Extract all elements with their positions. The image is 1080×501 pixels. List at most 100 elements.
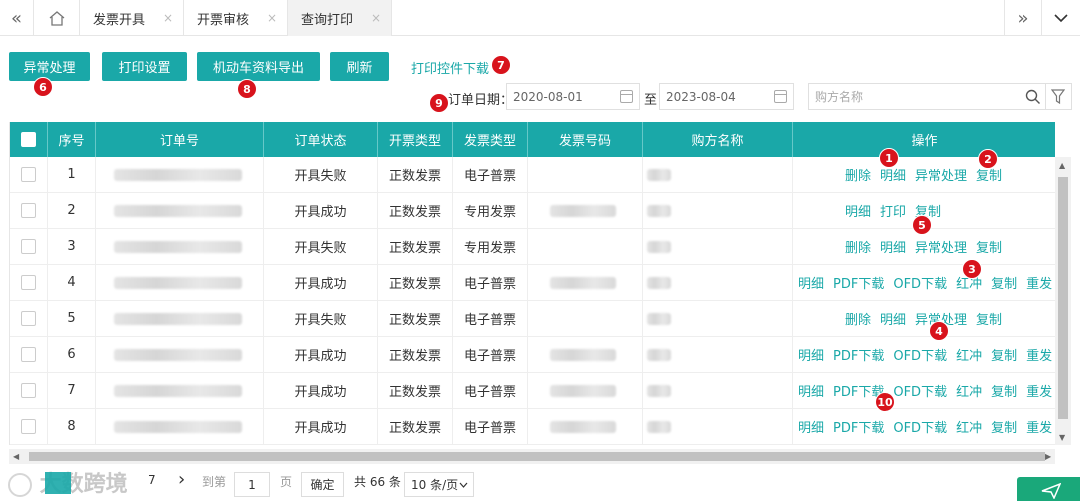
row-action-link[interactable]: 红冲	[956, 381, 982, 400]
order-number-cell	[96, 373, 264, 408]
row-action-link[interactable]: 删除	[845, 165, 871, 184]
print-settings-button[interactable]: 打印设置	[102, 52, 187, 81]
row-action-link[interactable]: 明细	[798, 417, 824, 436]
calendar-icon[interactable]	[774, 90, 787, 103]
row-checkbox[interactable]	[21, 347, 36, 362]
row-action-link[interactable]: OFD下载	[893, 345, 947, 364]
row-select-cell[interactable]	[10, 193, 48, 228]
select-all-checkbox[interactable]	[21, 132, 36, 147]
row-checkbox[interactable]	[21, 203, 36, 218]
row-select-cell[interactable]	[10, 229, 48, 264]
row-action-link[interactable]: 重发	[1026, 417, 1052, 436]
vehicle-export-button[interactable]: 机动车资料导出	[197, 52, 320, 81]
select-all-cell[interactable]	[10, 122, 48, 157]
row-checkbox[interactable]	[21, 383, 36, 398]
tab-query-print[interactable]: 查询打印 ×	[288, 0, 392, 36]
page-size-select[interactable]: 10 条/页	[404, 472, 474, 497]
page-confirm-button[interactable]: 确定	[301, 472, 344, 497]
row-action-link[interactable]: OFD下载	[893, 417, 947, 436]
row-action-link[interactable]: 复制	[991, 381, 1017, 400]
order-number-cell	[96, 157, 264, 192]
row-action-link[interactable]: 明细	[798, 273, 824, 292]
row-action-link[interactable]: 删除	[845, 237, 871, 256]
table-row: 4 开具成功 正数发票 电子普票 明细 PDF下载 OFD下载 红冲 复制 重发	[10, 265, 1055, 301]
order-status: 开具成功	[264, 409, 378, 444]
row-action-link[interactable]: OFD下载	[893, 381, 947, 400]
search-icon[interactable]	[1025, 89, 1041, 105]
row-action-link[interactable]: 明细	[880, 165, 906, 184]
scroll-down-icon[interactable]: ▼	[1059, 433, 1065, 442]
row-action-link[interactable]: 复制	[991, 417, 1017, 436]
row-action-link[interactable]: 明细	[798, 381, 824, 400]
scroll-thumb[interactable]	[29, 452, 1045, 461]
annotation-badge: 2	[978, 149, 998, 169]
row-action-link[interactable]: 复制	[976, 309, 1002, 328]
row-action-link[interactable]: PDF下载	[833, 417, 884, 436]
last-page-link[interactable]: 7	[148, 473, 156, 487]
row-checkbox[interactable]	[21, 239, 36, 254]
row-checkbox[interactable]	[21, 419, 36, 434]
invoice-type: 专用发票	[453, 193, 528, 228]
send-button[interactable]	[1017, 477, 1080, 501]
nav-back-button[interactable]: «	[0, 0, 34, 36]
date-to-input[interactable]: 2023-08-04	[659, 83, 794, 110]
row-action-link[interactable]: PDF下载	[833, 345, 884, 364]
row-action-link[interactable]: PDF下载	[833, 273, 884, 292]
tab-dropdown-button[interactable]	[1042, 0, 1080, 36]
scroll-left-icon[interactable]: ◀	[13, 452, 19, 461]
row-checkbox[interactable]	[21, 311, 36, 326]
nav-forward-button[interactable]: »	[1004, 0, 1042, 36]
next-page-button[interactable]: ›	[178, 469, 185, 490]
date-from-input[interactable]: 2020-08-01	[506, 83, 640, 110]
row-action-link[interactable]: 异常处理	[915, 237, 967, 256]
buyer-name-cell	[643, 193, 793, 228]
tab-invoice-review[interactable]: 开票审核 ×	[184, 0, 288, 36]
row-select-cell[interactable]	[10, 157, 48, 192]
scroll-right-icon[interactable]: ▶	[1045, 452, 1051, 461]
row-checkbox[interactable]	[21, 275, 36, 290]
exception-button[interactable]: 异常处理	[9, 52, 90, 81]
row-action-link[interactable]: 明细	[880, 309, 906, 328]
calendar-icon[interactable]	[620, 90, 633, 103]
invoice-type: 电子普票	[453, 301, 528, 336]
row-action-link[interactable]: 红冲	[956, 345, 982, 364]
row-select-cell[interactable]	[10, 265, 48, 300]
buyer-name-cell	[643, 409, 793, 444]
row-select-cell[interactable]	[10, 409, 48, 444]
home-tab[interactable]	[34, 0, 80, 36]
row-action-link[interactable]: 复制	[991, 345, 1017, 364]
row-select-cell[interactable]	[10, 337, 48, 372]
buyer-search-input[interactable]: 购方名称	[808, 83, 1072, 110]
row-action-link[interactable]: 重发	[1026, 273, 1052, 292]
page-input[interactable]: 1	[234, 472, 270, 497]
horizontal-scrollbar[interactable]: ◀ ▶	[9, 449, 1055, 464]
filter-icon[interactable]	[1051, 89, 1065, 105]
close-icon[interactable]: ×	[267, 11, 277, 25]
close-icon[interactable]: ×	[371, 11, 381, 25]
row-action-link[interactable]: 红冲	[956, 417, 982, 436]
row-action-link[interactable]: 删除	[845, 309, 871, 328]
row-action-link[interactable]: 复制	[976, 237, 1002, 256]
row-action-link[interactable]: 打印	[880, 201, 906, 220]
row-action-link[interactable]: 异常处理	[915, 165, 967, 184]
row-select-cell[interactable]	[10, 301, 48, 336]
current-page-indicator[interactable]	[45, 472, 71, 494]
row-action-link[interactable]: OFD下载	[893, 273, 947, 292]
row-action-link[interactable]: 明细	[880, 237, 906, 256]
row-action-link[interactable]: 重发	[1026, 381, 1052, 400]
tab-invoice-issue[interactable]: 发票开具 ×	[80, 0, 184, 36]
print-plugin-download-link[interactable]: 打印控件下载	[411, 58, 489, 77]
row-action-link[interactable]: 复制	[991, 273, 1017, 292]
row-action-link[interactable]: 重发	[1026, 345, 1052, 364]
annotation-badge: 1	[879, 148, 899, 168]
scroll-up-icon[interactable]: ▲	[1059, 161, 1065, 170]
vertical-scrollbar[interactable]: ▲ ▼	[1055, 157, 1071, 445]
scroll-thumb[interactable]	[1058, 177, 1068, 419]
refresh-button[interactable]: 刷新	[330, 52, 389, 81]
row-action-link[interactable]: 明细	[798, 345, 824, 364]
close-icon[interactable]: ×	[163, 11, 173, 25]
row-select-cell[interactable]	[10, 373, 48, 408]
row-checkbox[interactable]	[21, 167, 36, 182]
row-action-link[interactable]: 明细	[845, 201, 871, 220]
header-cell: 发票号码	[528, 122, 643, 157]
